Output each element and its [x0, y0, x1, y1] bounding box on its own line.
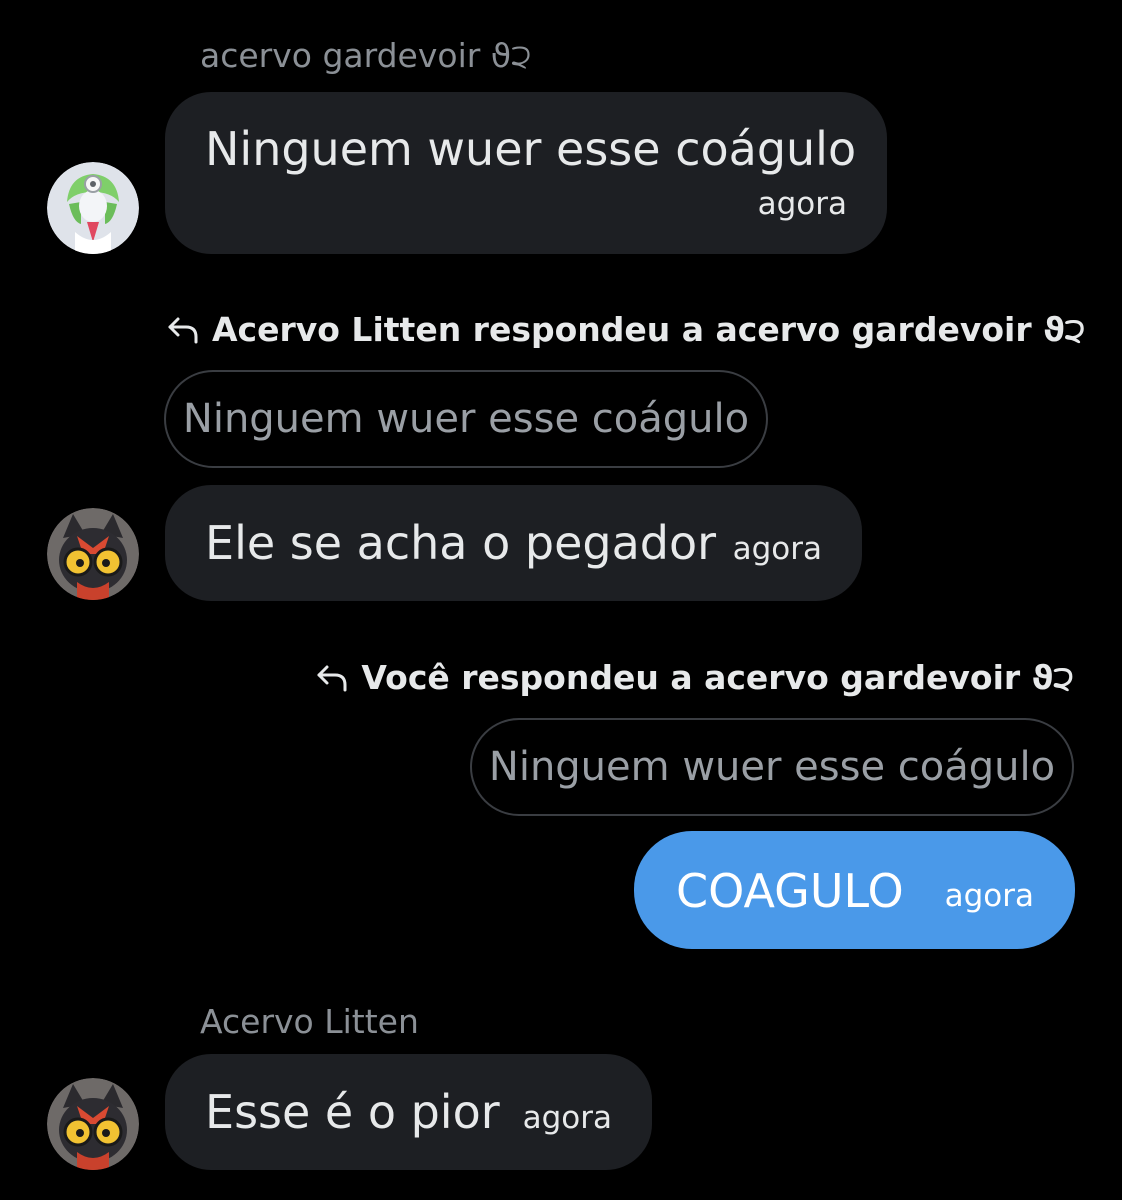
message-text: COAGULO [676, 864, 904, 918]
quoted-message[interactable]: Ninguem wuer esse coágulo [164, 370, 768, 468]
litten-avatar-icon[interactable] [47, 1078, 139, 1170]
litten-avatar-icon[interactable] [47, 508, 139, 600]
message-timestamp: agora [522, 1100, 612, 1136]
quoted-message[interactable]: Ninguem wuer esse coágulo [470, 718, 1074, 816]
reply-header: Acervo Litten respondeu a acervo gardevo… [166, 310, 1085, 350]
message-timestamp: agora [944, 878, 1034, 914]
message-bubble[interactable]: Esse é o pior agora [165, 1054, 652, 1170]
message-timestamp: agora [757, 186, 847, 222]
reply-header-text: Você respondeu a acervo gardevoir ϑ੨ [361, 658, 1074, 697]
message-text: Esse é o pior [205, 1085, 500, 1139]
quoted-text: Ninguem wuer esse coágulo [182, 396, 750, 442]
reply-arrow-icon [317, 665, 347, 692]
reply-header: Você respondeu a acervo gardevoir ϑ੨ [315, 658, 1074, 698]
reply-arrow-icon [168, 317, 198, 344]
quoted-text: Ninguem wuer esse coágulo [488, 744, 1056, 790]
sender-name: acervo gardevoir ϑ੨ [200, 36, 532, 75]
message-bubble[interactable]: Ele se acha o pegador agora [165, 485, 862, 601]
message-text: Ninguem wuer esse coágulo [205, 122, 857, 176]
message-bubble[interactable]: Ninguem wuer esse coágulo agora [165, 92, 887, 254]
message-text: Ele se acha o pegador [205, 516, 717, 570]
sender-name: Acervo Litten [200, 1002, 419, 1041]
reply-header-text: Acervo Litten respondeu a acervo gardevo… [212, 310, 1086, 349]
message-bubble-self[interactable]: COAGULO agora [634, 831, 1075, 949]
gardevoir-avatar-icon[interactable] [47, 162, 139, 254]
message-timestamp: agora [732, 531, 822, 567]
